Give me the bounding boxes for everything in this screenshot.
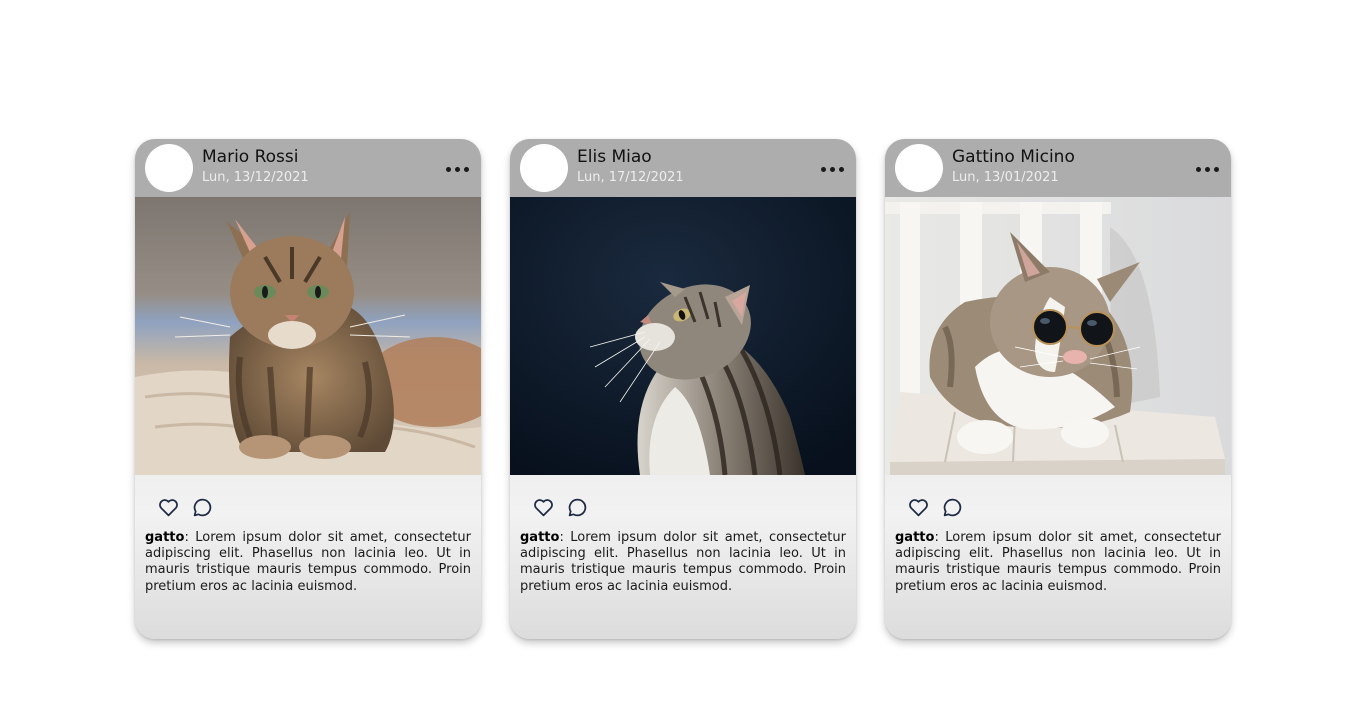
caption-tag[interactable]: gatto bbox=[520, 530, 559, 545]
more-options-icon[interactable] bbox=[1194, 165, 1221, 174]
post-actions bbox=[908, 497, 963, 518]
post-author[interactable]: Elis Miao bbox=[577, 147, 652, 167]
comment-icon[interactable] bbox=[942, 497, 963, 518]
post-author[interactable]: Mario Rossi bbox=[202, 147, 299, 167]
avatar[interactable] bbox=[520, 144, 568, 192]
post-photo-tabby-cat bbox=[135, 197, 481, 475]
caption-text: : Lorem ipsum dolor sit amet, consectetu… bbox=[145, 530, 471, 594]
caption-tag[interactable]: gatto bbox=[895, 530, 934, 545]
heart-icon[interactable] bbox=[908, 497, 929, 518]
post-actions bbox=[158, 497, 213, 518]
avatar[interactable] bbox=[145, 144, 193, 192]
more-options-icon[interactable] bbox=[819, 165, 846, 174]
post-date: Lun, 17/12/2021 bbox=[577, 170, 684, 185]
caption-text: : Lorem ipsum dolor sit amet, consectetu… bbox=[520, 530, 846, 594]
post-photo-cat-with-sunglasses bbox=[885, 197, 1231, 475]
heart-icon[interactable] bbox=[533, 497, 554, 518]
post-caption: gatto: Lorem ipsum dolor sit amet, conse… bbox=[520, 530, 846, 595]
post-actions bbox=[533, 497, 588, 518]
post-caption: gatto: Lorem ipsum dolor sit amet, conse… bbox=[895, 530, 1221, 595]
comment-icon[interactable] bbox=[567, 497, 588, 518]
post-date: Lun, 13/12/2021 bbox=[202, 170, 309, 185]
more-options-icon[interactable] bbox=[444, 165, 471, 174]
comment-icon[interactable] bbox=[192, 497, 213, 518]
post-header: Mario Rossi Lun, 13/12/2021 bbox=[135, 139, 481, 197]
post-header: Elis Miao Lun, 17/12/2021 bbox=[510, 139, 856, 197]
post-header: Gattino Micino Lun, 13/01/2021 bbox=[885, 139, 1231, 197]
post-card: Gattino Micino Lun, 13/01/2021 gatto: Lo… bbox=[885, 139, 1231, 639]
post-author[interactable]: Gattino Micino bbox=[952, 147, 1075, 167]
caption-text: : Lorem ipsum dolor sit amet, consectetu… bbox=[895, 530, 1221, 594]
caption-tag[interactable]: gatto bbox=[145, 530, 184, 545]
post-feed: Mario Rossi Lun, 13/12/2021 gatto: Lorem… bbox=[135, 139, 1231, 639]
avatar[interactable] bbox=[895, 144, 943, 192]
post-card: Mario Rossi Lun, 13/12/2021 gatto: Lorem… bbox=[135, 139, 481, 639]
post-photo-cat-looking-up bbox=[510, 197, 856, 475]
heart-icon[interactable] bbox=[158, 497, 179, 518]
post-date: Lun, 13/01/2021 bbox=[952, 170, 1059, 185]
post-card: Elis Miao Lun, 17/12/2021 gatto: Lorem i… bbox=[510, 139, 856, 639]
post-caption: gatto: Lorem ipsum dolor sit amet, conse… bbox=[145, 530, 471, 595]
